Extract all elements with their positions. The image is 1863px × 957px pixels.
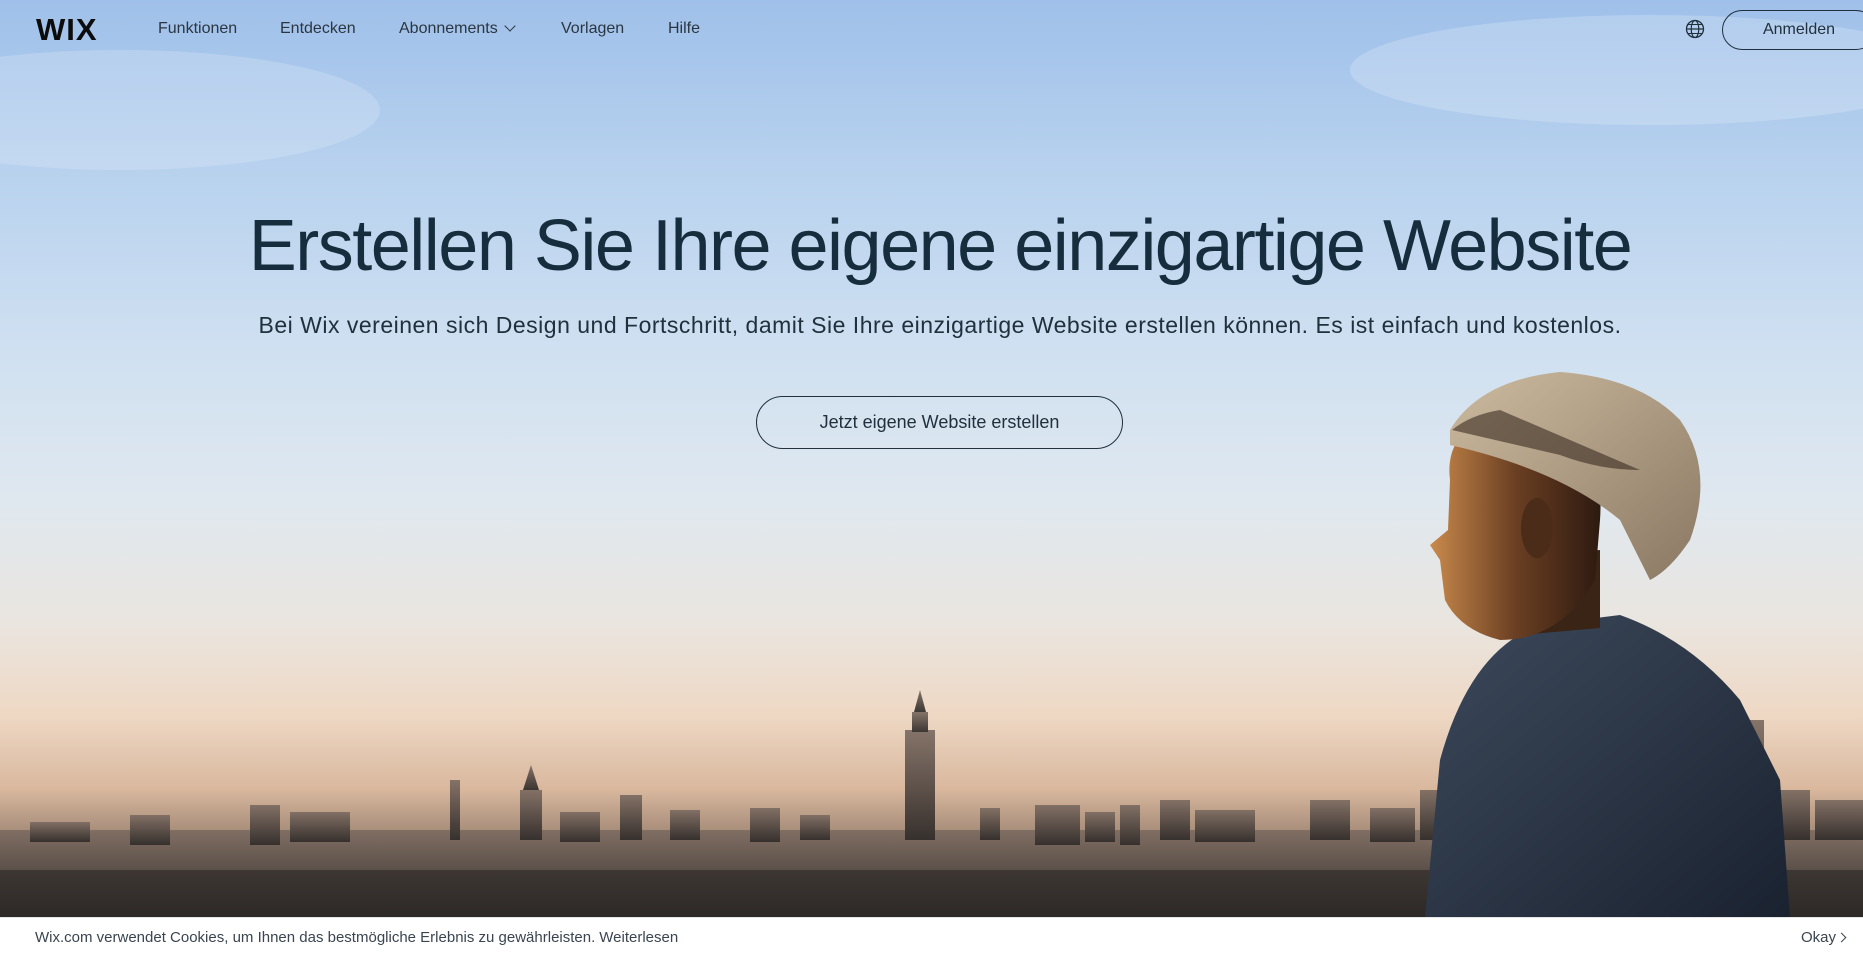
read-more-link[interactable]: Weiterlesen bbox=[599, 929, 678, 946]
hero-section: WIX Funktionen Entdecken Abonnements Vor… bbox=[0, 0, 1863, 917]
globe-icon[interactable] bbox=[1685, 19, 1705, 39]
hero-headline: Erstellen Sie Ihre eigene einzigartige W… bbox=[248, 206, 1633, 286]
nav-item-abonnements[interactable]: Abonnements bbox=[399, 20, 516, 38]
nav-item-vorlagen[interactable]: Vorlagen bbox=[561, 20, 624, 38]
top-nav: WIX Funktionen Entdecken Abonnements Vor… bbox=[0, 0, 1863, 62]
hero-background-image bbox=[0, 15, 1863, 917]
login-button[interactable]: Anmelden bbox=[1722, 10, 1863, 50]
nav-item-entdecken[interactable]: Entdecken bbox=[280, 20, 356, 38]
chevron-right-icon bbox=[1836, 932, 1847, 943]
nav-item-label: Abonnements bbox=[399, 20, 498, 37]
wix-logo[interactable]: WIX bbox=[36, 14, 112, 44]
okay-button[interactable]: Okay bbox=[1801, 929, 1847, 946]
okay-label: Okay bbox=[1801, 929, 1837, 946]
cookie-bar: Wix.com verwendet Cookies, um Ihnen das … bbox=[0, 917, 1863, 957]
cookie-message: Wix.com verwendet Cookies, um Ihnen das … bbox=[35, 929, 678, 946]
cookie-text: Wix.com verwendet Cookies, um Ihnen das … bbox=[35, 929, 596, 946]
nav-item-funktionen[interactable]: Funktionen bbox=[158, 20, 237, 38]
hero-subline: Bei Wix vereinen sich Design und Fortsch… bbox=[258, 312, 1622, 338]
svg-text:WIX: WIX bbox=[36, 14, 98, 44]
nav-item-hilfe[interactable]: Hilfe bbox=[668, 20, 700, 38]
create-website-button[interactable]: Jetzt eigene Website erstellen bbox=[756, 396, 1123, 449]
chevron-down-icon bbox=[504, 20, 516, 32]
